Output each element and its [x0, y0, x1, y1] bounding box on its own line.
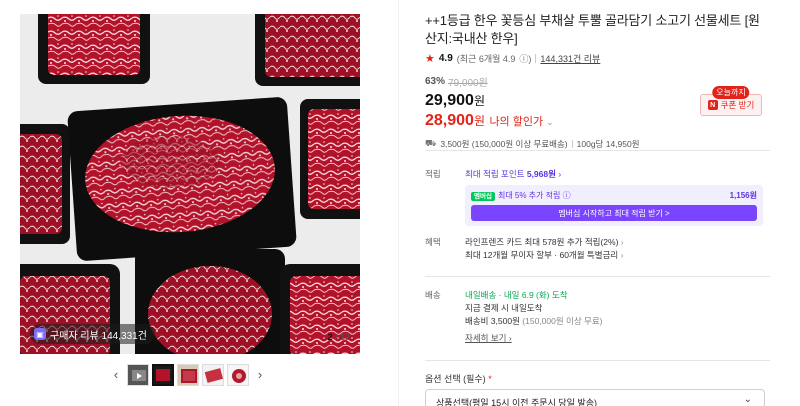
section-divider [425, 276, 770, 277]
arrival-date: · 내일 6.9 (화) 도착 [498, 290, 568, 300]
shipping-brief: ⛟ 3,500원 (150,000원 이상 무료배송) 100g당 14,950… [425, 138, 770, 150]
beef-trays-photo [20, 14, 360, 354]
membership-badge: 멤버십 [471, 192, 495, 201]
coupon-label: 쿠폰 받기 [720, 100, 755, 110]
sale-price-unit: 원 [473, 94, 485, 108]
chevron-right-icon: › [508, 333, 512, 343]
naver-n-icon: N [707, 100, 718, 110]
benefits-label: 혜택 [425, 237, 441, 247]
product-title: ++1등급 한우 꽃등심 부채살 투뿔 골라담기 소고기 선물세트 [원산지:국… [425, 13, 760, 46]
review-badge-label: 구매자 리뷰 144,331건 [50, 330, 147, 342]
rating-score: 4.9 [438, 53, 453, 64]
thumbnail-strip: ‹ › [108, 364, 268, 386]
coupon-today-tag: 오늘까지 [712, 86, 750, 99]
points-section: 적립 최대 적립 포인트 5,968원 › 멤버십 최대 5% 추가 적립 ⓘ 1… [425, 168, 770, 226]
max-points-link[interactable]: 최대 적립 포인트 5,968원 › [465, 168, 770, 180]
info-icon[interactable]: ⓘ) [519, 52, 531, 65]
chevron-left-icon[interactable]: ‹ [108, 364, 124, 386]
membership-box: 멤버십 최대 5% 추가 적립 ⓘ 1,156원 멤버십 시작하고 최대 적립 받… [465, 185, 763, 226]
discount-rate: 63% [425, 76, 446, 87]
product-info: ++1등급 한우 꽃등심 부채살 투뿔 골라담기 소고기 선물세트 [원산지:국… [425, 12, 770, 150]
separator [535, 54, 537, 63]
membership-start-button[interactable]: 멤버십 시작하고 최대 적립 받기 > [471, 205, 757, 221]
section-divider [425, 150, 770, 151]
thumbnail-3[interactable] [177, 364, 199, 386]
review-count-link[interactable]: 144,331건 리뷰 [540, 52, 600, 65]
chevron-right-icon: › [620, 250, 624, 260]
page-total: / 12 [334, 332, 350, 342]
my-price-unit: 원 [473, 114, 485, 128]
rating-row: ★ 4.9 (최근 6개월 4.9 ⓘ) 144,331건 리뷰 [425, 52, 770, 65]
unit-price: 100g당 14,950원 [576, 139, 640, 149]
column-divider [398, 0, 399, 406]
installment-text: 최대 12개월 무이자 할부 · 60개월 특별금리 [465, 250, 619, 260]
thumbnail-5[interactable] [227, 364, 249, 386]
chevron-down-icon: ⌄ [743, 394, 752, 405]
sale-price-value: 29,900 [425, 92, 474, 109]
review-photo-icon: ▣ [34, 328, 46, 340]
buyer-review-badge[interactable]: ▣ 구매자 리뷰 144,331건 [30, 324, 155, 344]
price-block: 29,900원 28,900원 나의 할인가 ⌄ 오늘까지 N 쿠폰 받기 [425, 86, 770, 132]
delivery-section: 배송 내일배송 · 내일 6.9 (화) 도착 지금 결제 시 내일도착 배송비… [425, 289, 770, 344]
my-price-label: 나의 할인가 [489, 116, 544, 128]
max-points-prefix: 최대 적립 포인트 [465, 169, 525, 179]
required-mark: * [488, 374, 492, 384]
page-current: 2 [327, 332, 333, 342]
product-main-image[interactable]: ▣ 구매자 리뷰 144,331건 2 / 12 [20, 14, 360, 354]
separator [571, 140, 573, 148]
benefits-section: 혜택 라인프렌즈 카드 최대 578원 추가 적립(2%) › 최대 12개월 … [425, 236, 770, 262]
truck-icon: ⛟ [425, 138, 437, 148]
membership-amount: 1,156원 [729, 191, 757, 200]
option-select[interactable]: 상품선택(평일 15시 이전 주문시 당일 발송) ⌄ [425, 389, 765, 406]
my-price-value: 28,900 [425, 112, 474, 129]
detail-link-label: 자세히 보기 [465, 333, 507, 343]
delivery-arrival: 내일배송 · 내일 6.9 (화) 도착 [465, 289, 770, 302]
coupon-widget[interactable]: 오늘까지 N 쿠폰 받기 [700, 86, 762, 116]
delivery-fee-note: (150,000원 이상 무료) [522, 316, 603, 326]
section-divider [425, 360, 770, 361]
chevron-right-icon: › [558, 169, 562, 179]
original-price: 79,000원 [448, 78, 488, 89]
card-benefit-link[interactable]: 라인프렌즈 카드 최대 578원 추가 적립(2%) › [465, 236, 770, 249]
delivery-label: 배송 [425, 290, 441, 300]
thumbnail-4[interactable] [202, 364, 224, 386]
installment-link[interactable]: 최대 12개월 무이자 할부 · 60개월 특별금리 › [465, 249, 770, 262]
chevron-right-icon[interactable]: › [252, 364, 268, 386]
points-label: 적립 [425, 169, 441, 179]
delivery-fee: 배송비 3,500원 (150,000원 이상 무료) [465, 315, 770, 328]
chevron-right-icon: › [620, 237, 624, 247]
shipping-fee: 3,500원 (150,000원 이상 무료배송) [440, 139, 568, 149]
option-selected-value: 상품선택(평일 15시 이전 주문시 당일 발송) [436, 398, 597, 406]
info-icon[interactable]: ⓘ [563, 191, 571, 200]
option-label-text: 옵션 선택 (필수) [425, 374, 486, 384]
delivery-note: 지금 결제 시 내일도착 [465, 303, 543, 313]
card-benefit-text: 라인프렌즈 카드 최대 578원 추가 적립(2%) [465, 237, 619, 247]
delivery-detail-link[interactable]: 자세히 보기 › [465, 332, 512, 344]
thumbnail-1[interactable] [127, 364, 149, 386]
rating-note: (최근 6개월 4.9 [456, 54, 516, 64]
max-points-value: 5,968원 [526, 169, 556, 179]
membership-text: 최대 5% 추가 적립 [497, 191, 561, 200]
star-icon: ★ [425, 53, 435, 65]
option-label: 옵션 선택 (필수) * [425, 372, 492, 385]
tomorrow-delivery-badge: 내일배송 [465, 290, 497, 300]
chevron-down-icon: ⌄ [546, 117, 554, 127]
thumbnail-2[interactable] [152, 364, 174, 386]
delivery-fee-value: 배송비 3,500원 [465, 316, 520, 326]
image-page-counter: 2 / 12 [327, 332, 350, 342]
